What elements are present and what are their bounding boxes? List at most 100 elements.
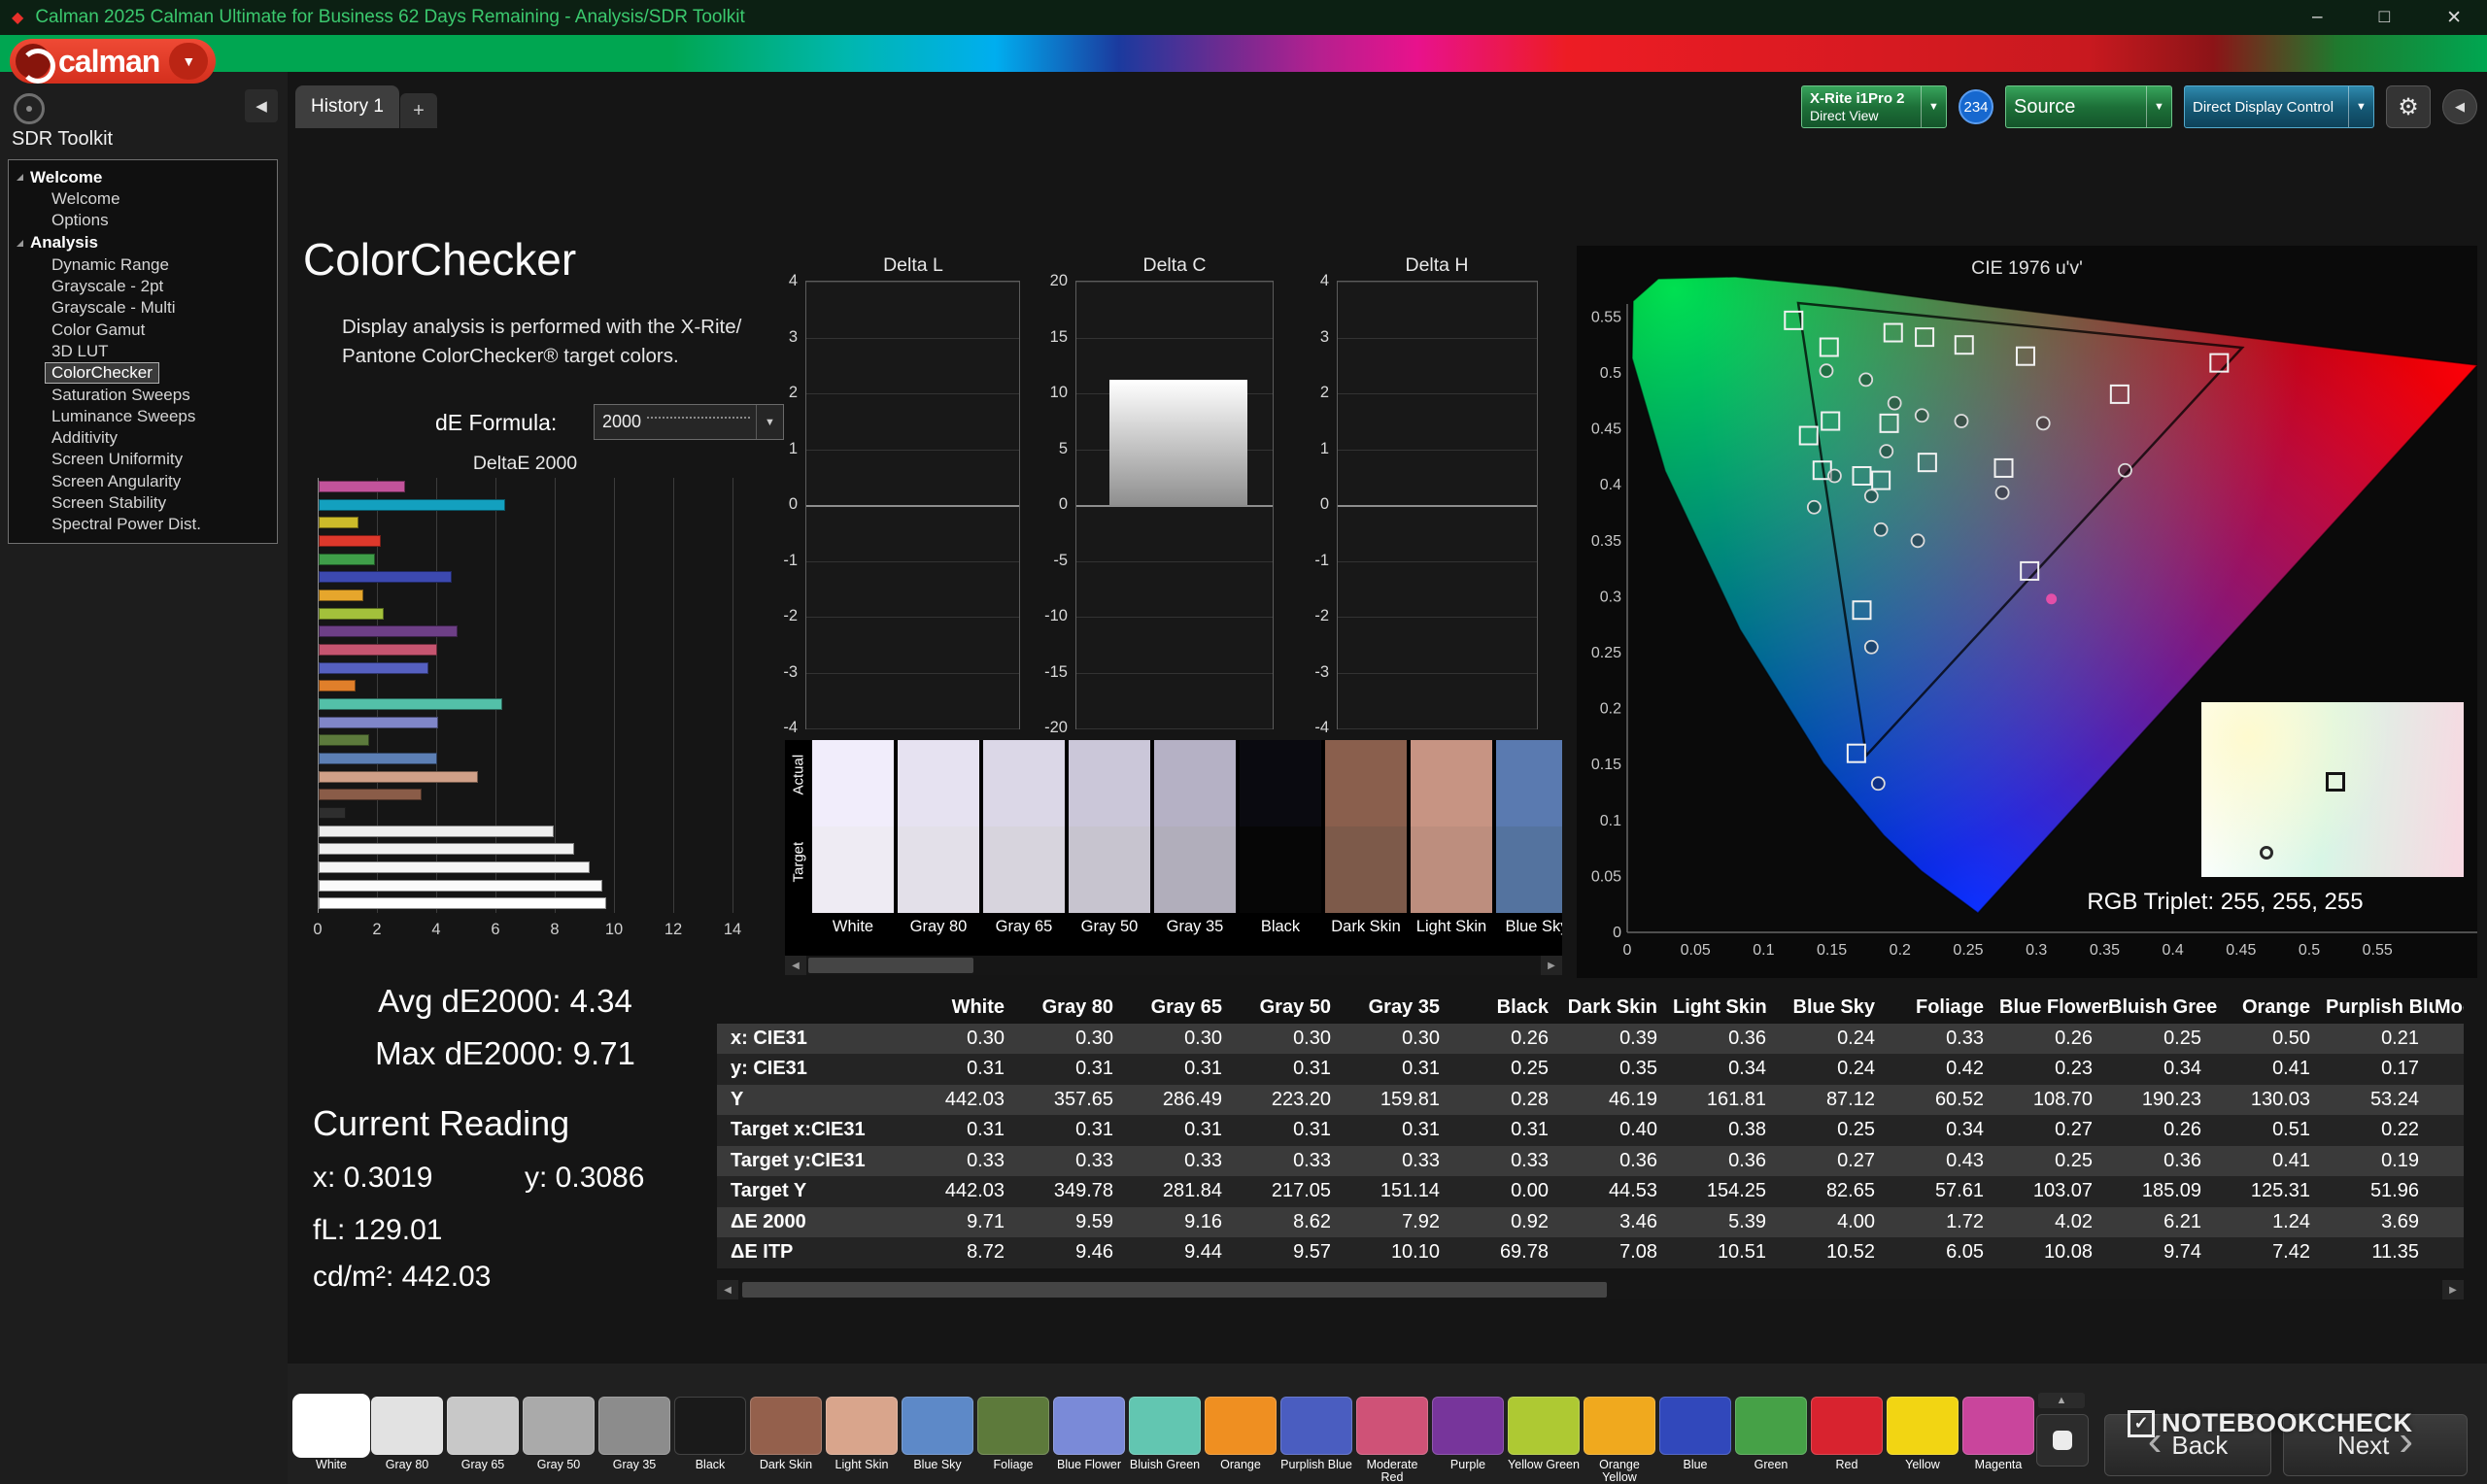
patch-name-label: Light Skin: [1411, 918, 1492, 936]
sidebar-item-colorchecker[interactable]: ColorChecker: [9, 362, 277, 384]
bottom-swatch-blue-flower[interactable]: Blue Flower: [1053, 1397, 1125, 1484]
column-header-gray-80: Gray 80: [1020, 993, 1129, 1024]
calman-logo-menu[interactable]: calman ▼: [10, 39, 216, 84]
table-cell: 0.40: [1564, 1115, 1673, 1146]
swatch-color: [902, 1397, 973, 1455]
sidebar-item-welcome[interactable]: Welcome: [9, 188, 277, 210]
sidebar-item-grayscale-multi[interactable]: Grayscale - Multi: [9, 297, 277, 319]
measure-stop-button[interactable]: [2036, 1414, 2089, 1467]
de-formula-dropdown[interactable]: 2000 ▼: [594, 404, 784, 440]
sidebar-item-label: Screen Stability: [51, 493, 166, 513]
bottom-swatch-magenta[interactable]: Magenta: [1962, 1397, 2034, 1484]
bottom-swatch-gray-80[interactable]: Gray 80: [371, 1397, 443, 1484]
bottom-swatch-foliage[interactable]: Foliage: [977, 1397, 1049, 1484]
sidebar-item-options[interactable]: Options: [9, 210, 277, 231]
tree-parent-welcome[interactable]: Welcome: [9, 166, 277, 188]
bottom-swatch-blue-sky[interactable]: Blue Sky: [902, 1397, 973, 1484]
gridline: [806, 617, 1019, 618]
patch-name-label: Gray 35: [1154, 918, 1236, 936]
swatch-color: [1280, 1397, 1352, 1455]
bottom-swatch-white[interactable]: White: [295, 1397, 367, 1484]
current-reading-cdm2: cd/m²: 442.03: [313, 1261, 491, 1294]
swatch-strip-scrollbar[interactable]: ◀ ▶: [785, 956, 1562, 975]
table-cell: 0.25: [1999, 1146, 2108, 1177]
collapse-up-icon[interactable]: ▲: [2038, 1393, 2085, 1408]
sidebar-item-luminance-sweeps[interactable]: Luminance Sweeps: [9, 406, 277, 427]
bottom-swatch-gray-65[interactable]: Gray 65: [447, 1397, 519, 1484]
sidebar-item-screen-uniformity[interactable]: Screen Uniformity: [9, 449, 277, 470]
table-scrollbar[interactable]: ◀ ▶: [717, 1280, 2464, 1299]
meter-dropdown[interactable]: X-Rite i1Pro 2 Direct View ▼: [1801, 85, 1947, 128]
table-cell: 82.55: [2435, 1176, 2464, 1207]
table-cell: 0.41: [2217, 1054, 2326, 1085]
bottom-swatch-orange-yellow[interactable]: Orange Yellow: [1584, 1397, 1655, 1484]
bottom-swatch-yellow[interactable]: Yellow: [1887, 1397, 1959, 1484]
bottom-swatch-red[interactable]: Red: [1811, 1397, 1883, 1484]
sidebar-item-screen-stability[interactable]: Screen Stability: [9, 492, 277, 514]
scroll-right-icon[interactable]: ▶: [2442, 1280, 2464, 1299]
table-cell: 10.51: [2435, 1237, 2464, 1268]
current-reading-x: x: 0.3019: [313, 1162, 432, 1195]
scrollbar-thumb[interactable]: [742, 1282, 1607, 1298]
sidebar-item-3d-lut[interactable]: 3D LUT: [9, 341, 277, 362]
sidebar-item-color-gamut[interactable]: Color Gamut: [9, 319, 277, 340]
bottom-swatch-light-skin[interactable]: Light Skin: [826, 1397, 898, 1484]
patch-actual-color: [1240, 740, 1321, 826]
bottom-swatch-green[interactable]: Green: [1735, 1397, 1807, 1484]
close-button[interactable]: ✕: [2446, 7, 2462, 29]
bottom-swatch-dark-skin[interactable]: Dark Skin: [750, 1397, 822, 1484]
logo-chevron-down-icon[interactable]: ▼: [169, 43, 208, 80]
table-cell: 0.30: [1238, 1024, 1346, 1055]
sidebar-item-grayscale-2pt[interactable]: Grayscale - 2pt: [9, 276, 277, 297]
sidebar-item-saturation-sweeps[interactable]: Saturation Sweeps: [9, 384, 277, 405]
table-cell: 349.78: [1020, 1176, 1129, 1207]
column-header-bluish-green: Bluish Green: [2108, 993, 2217, 1024]
source-dropdown[interactable]: Source ▼: [2005, 85, 2172, 128]
gridline: [1338, 282, 1537, 283]
swatch-label: Magenta: [1962, 1459, 2034, 1484]
table-cell: 0.26: [1455, 1024, 1564, 1055]
scroll-right-icon[interactable]: ▶: [1541, 956, 1562, 975]
session-options-button[interactable]: [14, 93, 45, 124]
minimize-button[interactable]: –: [2312, 7, 2323, 28]
patch-name-label: Black: [1240, 918, 1321, 936]
target-row-label: Target: [791, 860, 807, 883]
bottom-swatch-yellow-green[interactable]: Yellow Green: [1508, 1397, 1580, 1484]
sidebar-collapse-button[interactable]: ◀: [245, 89, 278, 122]
deltae-bar-chart: [318, 478, 732, 913]
add-tab-button[interactable]: +: [400, 93, 437, 128]
panel-toggle-button[interactable]: ◀: [2442, 89, 2477, 124]
svg-text:0.2: 0.2: [1600, 701, 1621, 718]
bottom-swatch-bluish-green[interactable]: Bluish Green: [1129, 1397, 1201, 1484]
back-button[interactable]: ‹ Back: [2104, 1414, 2271, 1476]
patch-target-color: [1496, 826, 1562, 913]
maximize-button[interactable]: □: [2379, 7, 2390, 28]
next-button[interactable]: Next ›: [2283, 1414, 2468, 1476]
bottom-swatch-black[interactable]: Black: [674, 1397, 746, 1484]
tree-parent-analysis[interactable]: Analysis: [9, 232, 277, 254]
axis-tick-label: -4: [761, 719, 798, 737]
sidebar-item-spectral-power-dist[interactable]: Spectral Power Dist.: [9, 514, 277, 535]
scrollbar-thumb[interactable]: [808, 958, 973, 973]
svg-text:0.55: 0.55: [2363, 942, 2393, 959]
sidebar-item-screen-angularity[interactable]: Screen Angularity: [9, 471, 277, 492]
axis-tick-label: -1: [761, 552, 798, 570]
table-cell: 0.27: [1999, 1115, 2108, 1146]
delta-l-axis: 43210-1-2-3-4: [761, 281, 803, 729]
table-cell: 0.31: [911, 1115, 1020, 1146]
scroll-left-icon[interactable]: ◀: [717, 1280, 738, 1299]
bottom-swatch-purplish-blue[interactable]: Purplish Blue: [1280, 1397, 1352, 1484]
bottom-swatch-gray-35[interactable]: Gray 35: [598, 1397, 670, 1484]
bottom-swatch-gray-50[interactable]: Gray 50: [523, 1397, 595, 1484]
sidebar-item-dynamic-range[interactable]: Dynamic Range: [9, 254, 277, 276]
bottom-swatch-moderate-red[interactable]: Moderate Red: [1356, 1397, 1428, 1484]
bottom-swatch-purple[interactable]: Purple: [1432, 1397, 1504, 1484]
bottom-swatch-blue[interactable]: Blue: [1659, 1397, 1731, 1484]
display-control-dropdown[interactable]: Direct Display Control ▼: [2184, 85, 2374, 128]
tab-history-1[interactable]: History 1: [295, 85, 399, 128]
bottom-swatch-orange[interactable]: Orange: [1205, 1397, 1277, 1484]
table-cell: 0.31: [1129, 1115, 1238, 1146]
sidebar-item-additivity[interactable]: Additivity: [9, 427, 277, 449]
scroll-left-icon[interactable]: ◀: [785, 956, 806, 975]
gear-icon[interactable]: ⚙: [2386, 85, 2431, 128]
